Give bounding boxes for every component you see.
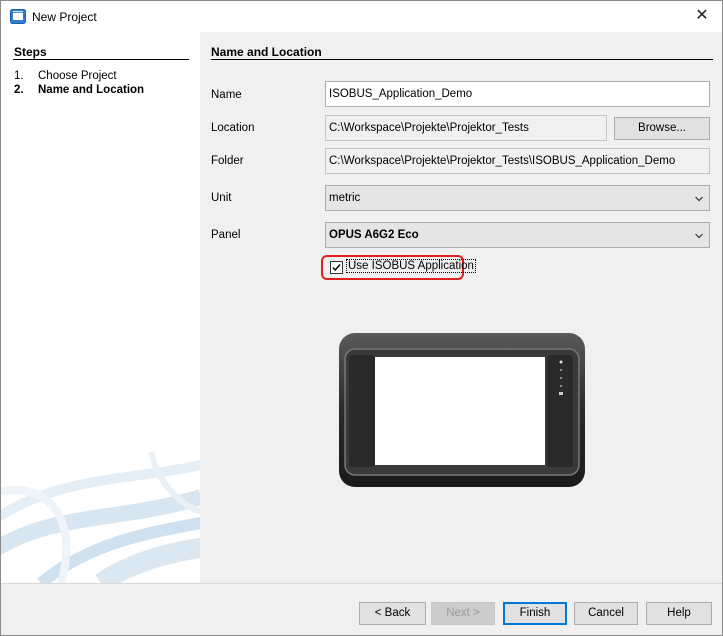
footer-divider xyxy=(1,583,722,584)
checkbox-highlight: Use ISOBUS Application xyxy=(321,255,476,280)
step-name-and-location: 2. Name and Location xyxy=(14,84,144,96)
chevron-down-icon xyxy=(695,196,703,202)
section-divider xyxy=(211,59,713,60)
step-number: 1. xyxy=(14,70,24,82)
steps-panel: Steps 1. Choose Project 2. Name and Locati… xyxy=(1,32,200,583)
location-field: C:\Workspace\Projekte\Projektor_Tests xyxy=(325,115,607,141)
panel-select[interactable]: OPUS A6G2 Eco xyxy=(325,222,710,248)
check-icon xyxy=(332,264,341,272)
decorative-swirl-graphic xyxy=(1,452,200,583)
folder-label: Folder xyxy=(211,155,244,167)
panel-select-value: OPUS A6G2 Eco xyxy=(329,229,419,241)
steps-title: Steps xyxy=(14,45,47,59)
finish-button[interactable]: Finish xyxy=(503,602,567,625)
section-title: Name and Location xyxy=(211,45,322,59)
unit-select-value: metric xyxy=(329,192,361,204)
back-button[interactable]: < Back xyxy=(359,602,426,625)
steps-divider xyxy=(13,59,189,60)
browse-button[interactable]: Browse... xyxy=(614,117,710,140)
location-label: Location xyxy=(211,122,255,134)
next-button[interactable]: Next > xyxy=(431,602,495,625)
step-number: 2. xyxy=(14,84,24,96)
titlebar: New Project ✕ xyxy=(1,1,722,32)
close-icon[interactable]: ✕ xyxy=(691,6,713,26)
use-isobus-checkbox[interactable] xyxy=(330,261,343,274)
step-choose-project: 1. Choose Project xyxy=(14,70,117,82)
cancel-button[interactable]: Cancel xyxy=(574,602,638,625)
unit-label: Unit xyxy=(211,192,232,204)
folder-field: C:\Workspace\Projekte\Projektor_Tests\IS… xyxy=(325,148,710,174)
step-label: Choose Project xyxy=(38,70,117,82)
app-window-icon xyxy=(10,9,26,24)
name-input[interactable]: ISOBUS_Application_Demo xyxy=(325,81,710,107)
use-isobus-label[interactable]: Use ISOBUS Application xyxy=(346,259,476,273)
device-image xyxy=(339,333,585,487)
name-label: Name xyxy=(211,89,242,101)
chevron-down-icon xyxy=(695,233,703,239)
window-title: New Project xyxy=(32,10,97,24)
panel-label: Panel xyxy=(211,229,241,241)
help-button[interactable]: Help xyxy=(646,602,712,625)
new-project-dialog: New Project ✕ Steps 1. Choose Project 2. N… xyxy=(0,0,723,636)
unit-select[interactable]: metric xyxy=(325,185,710,211)
step-label: Name and Location xyxy=(38,84,145,96)
